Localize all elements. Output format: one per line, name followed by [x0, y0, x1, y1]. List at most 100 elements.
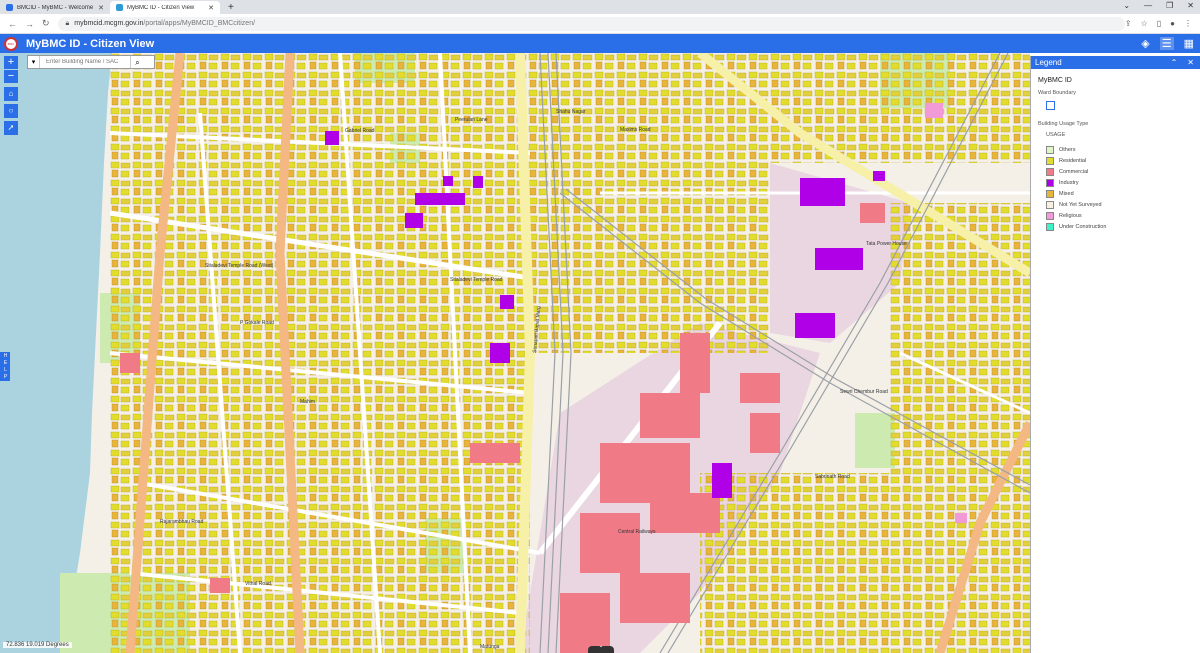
chevron-up-icon: ⌃ — [598, 646, 604, 652]
religious-building — [955, 513, 967, 523]
menu-dots-icon[interactable]: ⋮ — [1184, 19, 1192, 28]
legend-swatch — [1046, 156, 1054, 165]
buildings-north — [530, 53, 770, 353]
buildings-southeast — [700, 473, 890, 653]
legend-item-label: Others — [1059, 146, 1076, 153]
legend-body: MyBMC ID Ward Boundary Building Usage Ty… — [1031, 69, 1200, 232]
map-label: Gabriel Road — [345, 128, 375, 134]
tab-title: MyBMC ID - Citizen View — [127, 4, 195, 11]
new-tab-button[interactable]: + — [228, 1, 234, 14]
bookmark-star-icon[interactable]: ☆ — [1141, 19, 1148, 28]
layer-name: MyBMC ID — [1038, 77, 1072, 84]
legend-item-label: Commercial — [1059, 168, 1089, 175]
map-label: Tata Power House — [866, 241, 907, 247]
app-header: BMC MyBMC ID - Citizen View ◈ ☰ ▦ — [0, 34, 1200, 53]
collapse-icon[interactable]: ⌃ — [1171, 58, 1178, 67]
usage-type-label: Building Usage Type — [1038, 121, 1089, 127]
close-tab-icon[interactable]: ✕ — [98, 4, 104, 12]
legend-header: Legend ⌃ ✕ — [1031, 56, 1200, 69]
bmcid-favicon-icon — [6, 4, 13, 11]
address-bar[interactable]: 🔒︎ mybmcid.mcgm.gov.in /portal/apps/MyBM… — [57, 16, 1125, 31]
zoom-controls: + − — [4, 56, 18, 84]
legend-title: Legend — [1035, 58, 1062, 67]
home-icon[interactable]: ⌂ — [4, 87, 18, 101]
ward-boundary-symbol — [1046, 101, 1055, 110]
legend-item-label: Not Yet Surveyed — [1059, 201, 1102, 208]
building-search: ▾ ⌕ — [27, 55, 155, 69]
layers-icon[interactable]: ◈ — [1141, 37, 1149, 50]
legend-swatch — [1046, 211, 1054, 220]
locate-icon[interactable]: ○ — [4, 104, 18, 118]
help-tab[interactable]: HELP — [0, 352, 10, 381]
select-cursor-icon[interactable]: ➚ — [4, 121, 18, 135]
religious-building — [925, 103, 943, 118]
map-label: Sabrinath Road — [815, 474, 850, 480]
legend-swatch — [1046, 200, 1054, 209]
lock-icon[interactable]: 🔒︎ — [66, 20, 70, 28]
browser-tab-2[interactable]: MyBMC ID - Citizen View ✕ — [110, 1, 220, 14]
back-icon[interactable]: ← — [8, 19, 17, 29]
sea-area — [0, 53, 112, 653]
legend-item-label: Religious — [1059, 212, 1082, 219]
ward-boundary-label: Ward Boundary — [1038, 90, 1077, 96]
close-icon[interactable]: ✕ — [1187, 58, 1194, 67]
map-label: Maxims Road — [620, 127, 651, 133]
basemap-grid-icon[interactable]: ▦ — [1184, 37, 1194, 50]
map-label: Shahu Nagar — [556, 109, 586, 115]
browser-tab-1[interactable]: BMCID - MyBMC - Welcome to I ✕ — [0, 1, 110, 14]
reload-icon[interactable]: ↻ — [42, 18, 50, 29]
browser-tabbar: BMCID - MyBMC - Welcome to I ✕ MyBMC ID … — [0, 0, 1200, 14]
map-label: Sitaladevi Temple Road (West) — [205, 263, 274, 269]
coordinate-readout: 72.836 19.019 Degrees — [3, 642, 72, 648]
legend-item: Residential — [1046, 155, 1200, 166]
attribute-table-toggle[interactable]: ⌃ — [588, 646, 614, 653]
citizen-view-favicon-icon — [116, 4, 123, 11]
park — [855, 413, 895, 468]
profile-icon[interactable]: ● — [1170, 19, 1175, 28]
legend-item: Under Construction — [1046, 221, 1200, 232]
share-icon[interactable]: ⇪ — [1125, 19, 1132, 28]
browser-toolbar: ← → ↻ 🔒︎ mybmcid.mcgm.gov.in /portal/app… — [0, 14, 1200, 34]
minimize-icon[interactable]: — — [1144, 1, 1152, 10]
legend-item-label: Under Construction — [1059, 223, 1107, 230]
legend-items: Others Residential Commercial Industry Mixed… — [1038, 144, 1200, 232]
map-label: Peerulan Lane — [455, 117, 488, 123]
help-label: HELP — [2, 353, 9, 381]
legend-item: Mixed — [1046, 188, 1200, 199]
app-title: MyBMC ID - Citizen View — [26, 37, 155, 50]
close-window-icon[interactable]: ✕ — [1187, 1, 1194, 10]
map-label: Matunga — [480, 644, 500, 650]
search-icon[interactable]: ⌕ — [130, 56, 144, 68]
map-view[interactable]: Gabriel Road Peerulan Lane Shahu Nagar S… — [0, 53, 1030, 653]
search-input[interactable] — [40, 59, 130, 65]
header-tools: ◈ ☰ ▦ — [1141, 37, 1194, 50]
chevron-down-icon[interactable]: ⌄ — [1123, 1, 1130, 10]
legend-swatch — [1046, 222, 1054, 231]
legend-panel: Legend ⌃ ✕ MyBMC ID Ward Boundary Buildi… — [1030, 56, 1200, 653]
close-tab-icon[interactable]: ✕ — [208, 4, 214, 12]
restore-icon[interactable]: ❐ — [1166, 1, 1173, 10]
legend-swatch — [1046, 167, 1054, 176]
legend-list-icon[interactable]: ☰ — [1159, 37, 1174, 50]
legend-swatch — [1046, 189, 1054, 198]
url-path: /portal/apps/MyBMCID_BMCcitizen/ — [143, 20, 256, 27]
map-label: P Gokale Road — [240, 320, 274, 326]
legend-item: Not Yet Surveyed — [1046, 199, 1200, 210]
zoom-out-button[interactable]: − — [4, 70, 18, 83]
legend-item: Religious — [1046, 210, 1200, 221]
legend-swatch — [1046, 178, 1054, 187]
logo-text: BMC — [7, 41, 15, 46]
zoom-in-button[interactable]: + — [4, 56, 18, 69]
browser-actions: ⇪ ☆ ▯ ● ⋮ — [1125, 19, 1192, 28]
legend-item: Industry — [1046, 177, 1200, 188]
tab-title: BMCID - MyBMC - Welcome to I — [17, 4, 94, 11]
search-source-dropdown[interactable]: ▾ — [28, 56, 40, 68]
legend-item: Others — [1046, 144, 1200, 155]
map-label: Sitaladevi Temple Road — [450, 277, 503, 283]
legend-item-label: Residential — [1059, 157, 1087, 164]
window-controls: ⌄ — ❐ ✕ — [1123, 1, 1194, 10]
forward-icon[interactable]: → — [25, 19, 34, 29]
map-canvas[interactable]: Gabriel Road Peerulan Lane Shahu Nagar S… — [0, 53, 1030, 653]
bmc-logo: BMC — [4, 36, 18, 51]
sidepanel-icon[interactable]: ▯ — [1157, 19, 1161, 28]
